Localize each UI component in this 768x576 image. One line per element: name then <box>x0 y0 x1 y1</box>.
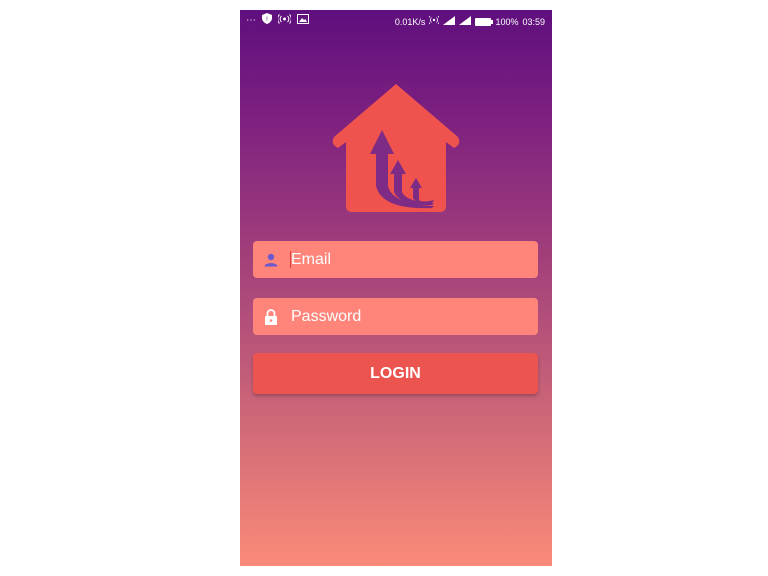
lock-icon <box>263 308 279 325</box>
battery-icon <box>475 18 494 26</box>
clock: 03:59 <box>522 17 545 27</box>
shield-icon: ! <box>262 13 272 28</box>
house-arrows-logo <box>332 84 460 212</box>
more-dots-icon: ⋯ <box>246 14 256 26</box>
person-icon <box>263 252 279 268</box>
signal-icon <box>443 15 456 29</box>
data-icon <box>428 15 441 29</box>
status-bar: ⋯ ! 0.01K/s 100% 03:59 <box>240 10 552 32</box>
password-placeholder: Password <box>291 307 362 325</box>
status-right: 0.01K/s 100% 03:59 <box>395 15 545 29</box>
image-icon <box>297 13 309 28</box>
text-cursor <box>290 251 291 268</box>
network-speed: 0.01K/s <box>394 17 426 27</box>
email-field[interactable]: Email <box>253 241 538 278</box>
app-screen: ⋯ ! 0.01K/s 100% 03:59 Email Password LO… <box>240 10 552 566</box>
password-field[interactable]: Password <box>253 298 538 335</box>
signal-4g-icon <box>459 15 472 29</box>
login-button[interactable]: LOGIN <box>253 353 538 394</box>
hotspot-icon <box>277 13 292 28</box>
battery-percent: 100% <box>495 17 519 27</box>
email-placeholder: Email <box>291 250 332 268</box>
status-left-icons: ⋯ ! <box>246 13 309 28</box>
